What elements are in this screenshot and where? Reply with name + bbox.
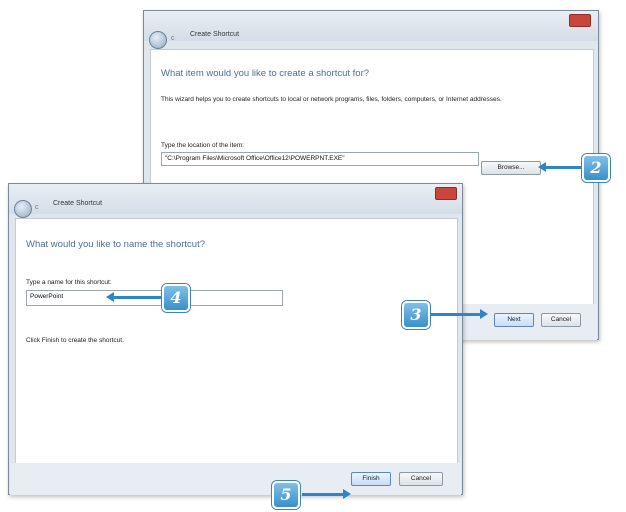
wizard-heading: What would you like to name the shortcut… [26, 239, 206, 250]
back-arrow-icon[interactable] [14, 200, 32, 218]
wizard-content: What would you like to name the shortcut… [15, 218, 458, 465]
close-button[interactable] [435, 187, 457, 200]
cancel-button[interactable]: Cancel [541, 313, 581, 327]
location-input[interactable]: "C:\Program Files\Microsoft Office\Offic… [161, 152, 479, 166]
forward-arrow-icon: c [35, 204, 39, 211]
next-button[interactable]: Next [494, 313, 534, 327]
name-label: Type a name for this shortcut: [26, 279, 112, 286]
step-4-arrow [106, 292, 162, 302]
back-arrow-icon[interactable] [149, 31, 167, 49]
step-3-arrow [430, 309, 488, 319]
step-4-callout: 4 [162, 284, 190, 312]
finish-button[interactable]: Finish [351, 472, 391, 486]
window-title: Create Shortcut [190, 31, 240, 38]
title-bar [9, 184, 462, 214]
window-title: Create Shortcut [53, 200, 103, 207]
close-button[interactable] [569, 14, 591, 27]
step-3-callout: 3 [402, 301, 430, 329]
browse-button[interactable]: Browse... [481, 161, 541, 175]
step-5-arrow [302, 489, 351, 499]
location-label: Type the location of the item: [161, 142, 245, 149]
cancel-button[interactable]: Cancel [399, 472, 443, 486]
step-2-callout: 2 [582, 154, 610, 182]
wizard-heading: What item would you like to create a sho… [161, 68, 370, 79]
finish-hint: Click Finish to create the shortcut. [26, 337, 124, 344]
step-5-callout: 5 [272, 481, 300, 509]
wizard-description: This wizard helps you to create shortcut… [161, 96, 502, 103]
forward-arrow-icon: c [171, 35, 175, 42]
step-2-arrow [538, 162, 582, 172]
create-shortcut-window-front: c Create Shortcut What would you like to… [8, 183, 463, 495]
wizard-footer [10, 463, 461, 495]
